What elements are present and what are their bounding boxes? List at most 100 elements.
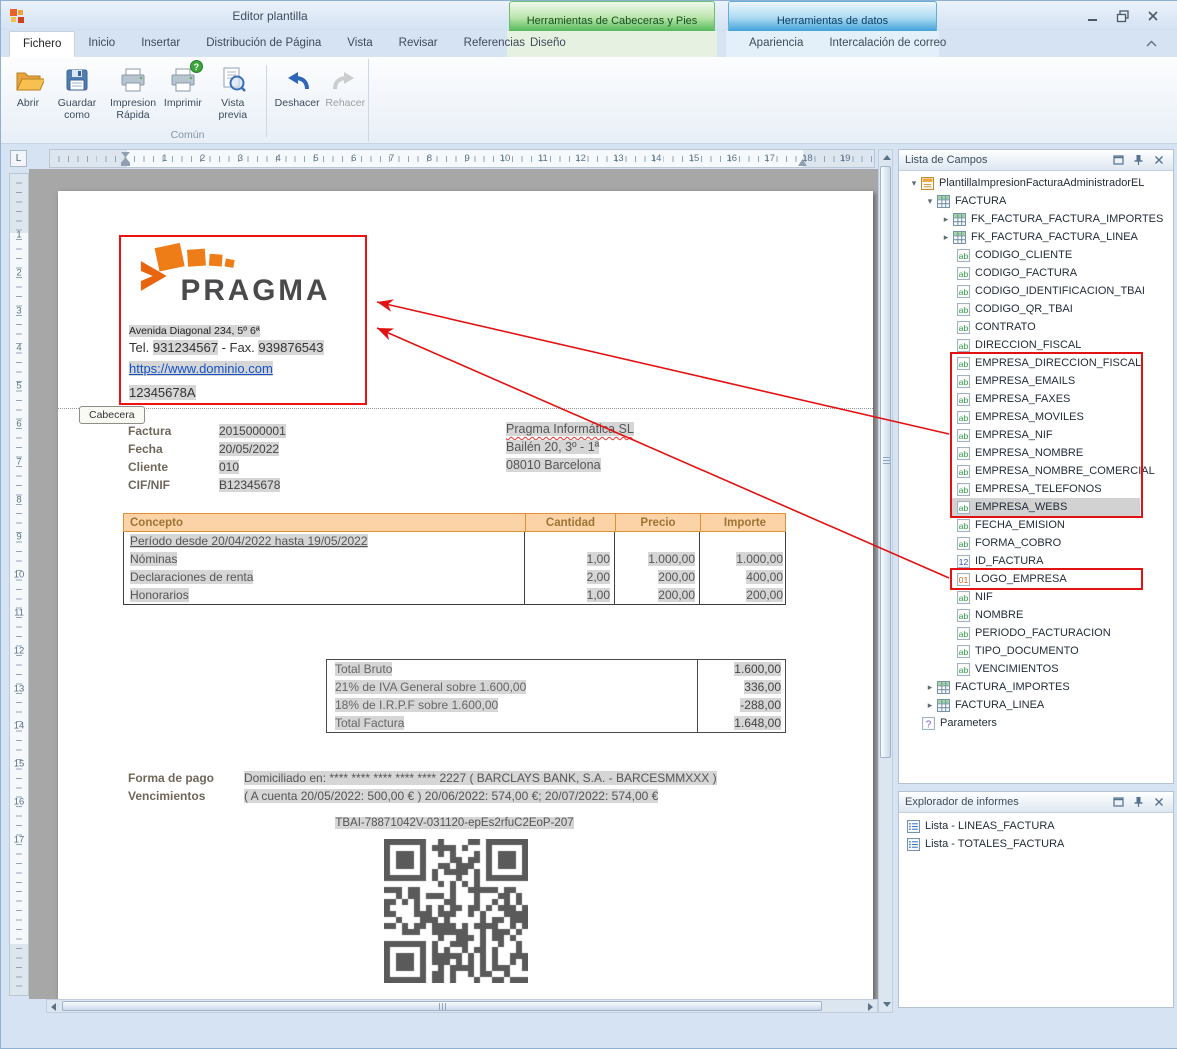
- field-list-item[interactable]: DIRECCION_FISCAL: [899, 336, 1173, 354]
- company-logo[interactable]: PRAGMA: [129, 243, 357, 309]
- cliente-field[interactable]: 010: [219, 460, 239, 474]
- tab-intercalacion-correo[interactable]: Intercalación de correo: [816, 31, 959, 57]
- band-label-cabecera[interactable]: Cabecera: [79, 406, 145, 424]
- vertical-scrollbar[interactable]: [878, 149, 893, 1013]
- header-precio[interactable]: Precio: [615, 514, 700, 531]
- field-list-item[interactable]: EMPRESA_TELEFONOS: [899, 480, 1173, 498]
- field-list-item[interactable]: Parameters: [899, 714, 1173, 732]
- payment-block[interactable]: Forma de pagoDomiciliado en: **** **** *…: [128, 769, 828, 805]
- maximize-panel-button[interactable]: [1110, 153, 1127, 168]
- header-cantidad[interactable]: Cantidad: [525, 514, 615, 531]
- template-page[interactable]: PRAGMA Avenida Diagonal 234, 5º 6ª Tel. …: [58, 191, 873, 999]
- minimize-button[interactable]: [1079, 5, 1106, 25]
- cifnif-field[interactable]: B12345678: [219, 478, 280, 492]
- due-dates-field[interactable]: ( A cuenta 20/05/2022: 500,00 € ) 20/06/…: [244, 789, 658, 803]
- pin-panel-button[interactable]: [1130, 153, 1147, 168]
- field-list-item[interactable]: EMPRESA_NIF: [899, 426, 1173, 444]
- invoice-meta-block[interactable]: Factura2015000001 Fecha20/05/2022 Client…: [128, 422, 458, 494]
- company-web-field[interactable]: https://www.dominio.com: [129, 361, 273, 376]
- totals-box[interactable]: Total Bruto1.600,00 21% de IVA General s…: [326, 659, 786, 733]
- field-list-item[interactable]: NIF: [899, 588, 1173, 606]
- close-button[interactable]: [1139, 5, 1166, 25]
- field-list-item[interactable]: FECHA_EMISION: [899, 516, 1173, 534]
- expander-closed-icon[interactable]: ▸: [939, 214, 953, 225]
- field-list-item[interactable]: ▾PlantillaImpresionFacturaAdministradorE…: [899, 174, 1173, 192]
- field-list-item[interactable]: FORMA_COBRO: [899, 534, 1173, 552]
- table-row[interactable]: Declaraciones de renta 2,00 200,00 400,0…: [124, 568, 785, 586]
- expander-closed-icon[interactable]: ▸: [923, 700, 937, 711]
- qr-code-container[interactable]: [384, 839, 528, 983]
- field-list-item[interactable]: ▸FACTURA_LINEA: [899, 696, 1173, 714]
- client-street-field[interactable]: Bailén 20, 3º - 1ª: [506, 440, 599, 454]
- open-button[interactable]: Abrir: [7, 62, 49, 112]
- field-list-item[interactable]: TIPO_DOCUMENTO: [899, 642, 1173, 660]
- close-panel-button[interactable]: [1150, 153, 1167, 168]
- expander-open-icon[interactable]: ▾: [923, 196, 937, 207]
- field-list-item[interactable]: ▾FACTURA: [899, 192, 1173, 210]
- field-list-item[interactable]: EMPRESA_NOMBRE: [899, 444, 1173, 462]
- fecha-field[interactable]: 20/05/2022: [219, 442, 279, 456]
- company-phone-line[interactable]: Tel. 931234567 - Fax. 939876543: [129, 340, 324, 355]
- field-list-item[interactable]: VENCIMIENTOS: [899, 660, 1173, 678]
- field-list-item[interactable]: CONTRATO: [899, 318, 1173, 336]
- field-list-item[interactable]: ▸FK_FACTURA_FACTURA_LINEA: [899, 228, 1173, 246]
- report-explorer-item[interactable]: Lista - LINEAS_FACTURA: [899, 817, 1173, 835]
- maximize-panel-button[interactable]: [1110, 795, 1127, 810]
- report-explorer-item[interactable]: Lista - TOTALES_FACTURA: [899, 835, 1173, 853]
- field-list-item[interactable]: EMPRESA_EMAILS: [899, 372, 1173, 390]
- client-city-field[interactable]: 08010 Barcelona: [506, 458, 601, 472]
- quick-print-button[interactable]: Impresion Rápida: [105, 62, 161, 123]
- field-list-item-selected[interactable]: EMPRESA_WEBS: [952, 498, 1140, 516]
- tab-apariencia[interactable]: Apariencia: [736, 31, 816, 57]
- field-list-item[interactable]: PERIODO_FACTURACION: [899, 624, 1173, 642]
- field-list-item[interactable]: ▸FK_FACTURA_FACTURA_IMPORTES: [899, 210, 1173, 228]
- client-name-field[interactable]: Pragma Informática SL: [506, 422, 634, 436]
- expander-open-icon[interactable]: ▾: [907, 178, 921, 189]
- payment-method-field[interactable]: Domiciliado en: **** **** **** **** ****…: [244, 771, 717, 785]
- restore-button[interactable]: [1109, 5, 1136, 25]
- field-list-item[interactable]: ▸FACTURA_IMPORTES: [899, 678, 1173, 696]
- scroll-up-icon[interactable]: [883, 155, 891, 160]
- close-panel-button[interactable]: [1150, 795, 1167, 810]
- qr-code[interactable]: [384, 839, 528, 983]
- print-preview-button[interactable]: Vista previa: [205, 62, 261, 123]
- undo-button[interactable]: Deshacer: [272, 62, 323, 112]
- tab-insertar[interactable]: Insertar: [128, 31, 193, 57]
- scroll-down-icon[interactable]: [883, 1002, 891, 1007]
- tab-distribucion-pagina[interactable]: Distribución de Página: [193, 31, 334, 57]
- field-list-item[interactable]: CODIGO_FACTURA: [899, 264, 1173, 282]
- field-list-item[interactable]: CODIGO_CLIENTE: [899, 246, 1173, 264]
- field-list-item[interactable]: EMPRESA_DIRECCION_FISCAL: [899, 354, 1173, 372]
- tab-stop-selector[interactable]: L: [10, 150, 27, 167]
- header-importe[interactable]: Importe: [700, 514, 789, 531]
- field-list-item[interactable]: EMPRESA_MOVILES: [899, 408, 1173, 426]
- horizontal-scroll-thumb[interactable]: [62, 1001, 822, 1011]
- expander-closed-icon[interactable]: ▸: [923, 682, 937, 693]
- field-list-item[interactable]: NOMBRE: [899, 606, 1173, 624]
- field-list-item[interactable]: ID_FACTURA: [899, 552, 1173, 570]
- header-concepto[interactable]: Concepto: [124, 514, 525, 531]
- field-list-item[interactable]: CODIGO_IDENTIFICACION_TBAI: [899, 282, 1173, 300]
- tab-inicio[interactable]: Inicio: [75, 31, 128, 57]
- company-address-field[interactable]: Avenida Diagonal 234, 5º 6ª: [129, 325, 260, 337]
- scroll-left-icon[interactable]: [51, 1003, 56, 1011]
- horizontal-scrollbar[interactable]: [46, 999, 878, 1013]
- pin-panel-button[interactable]: [1130, 795, 1147, 810]
- field-list-item[interactable]: LOGO_EMPRESA: [899, 570, 1173, 588]
- table-row[interactable]: Nóminas 1,00 1.000,00 1.000,00: [124, 550, 785, 568]
- design-surface[interactable]: PRAGMA Avenida Diagonal 234, 5º 6ª Tel. …: [29, 169, 878, 999]
- save-as-button[interactable]: Guardar como: [49, 62, 105, 123]
- print-button[interactable]: ? Imprimir: [161, 62, 205, 112]
- tab-revisar[interactable]: Revisar: [386, 31, 451, 57]
- vertical-scroll-thumb[interactable]: [880, 166, 891, 758]
- period-row[interactable]: Período desde 20/04/2022 hasta 19/05/202…: [124, 532, 785, 550]
- tbai-code-line[interactable]: TBAI-78871042V-031120-epEs2rfuC2EoP-207: [123, 817, 786, 829]
- client-address-block[interactable]: Pragma Informática SL Bailén 20, 3º - 1ª…: [506, 422, 806, 476]
- company-nif-field[interactable]: 12345678A: [129, 385, 196, 400]
- tab-fichero[interactable]: Fichero: [9, 31, 75, 57]
- scroll-right-icon[interactable]: [868, 1003, 873, 1011]
- tab-diseno[interactable]: Diseño: [517, 31, 579, 57]
- field-list-item[interactable]: EMPRESA_FAXES: [899, 390, 1173, 408]
- table-row[interactable]: Honorarios 1,00 200,00 200,00: [124, 586, 785, 604]
- field-list-item[interactable]: CODIGO_QR_TBAI: [899, 300, 1173, 318]
